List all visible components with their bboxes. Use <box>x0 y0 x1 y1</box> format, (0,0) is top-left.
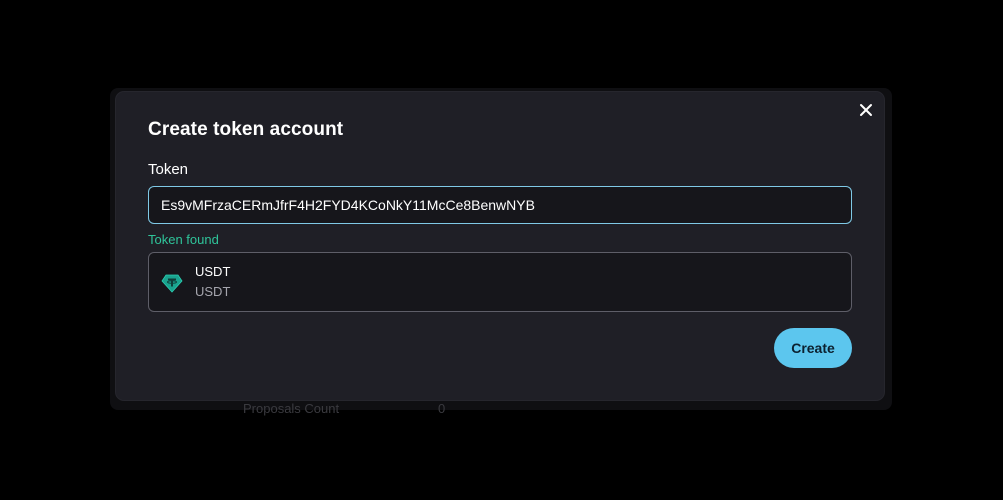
create-token-account-modal: Create token account Token Token found U… <box>116 92 884 400</box>
modal-title: Create token account <box>148 119 344 140</box>
tether-diamond-icon <box>161 274 183 293</box>
close-button[interactable] <box>857 101 875 119</box>
token-found-status: Token found <box>148 232 219 247</box>
close-icon <box>860 104 872 116</box>
token-symbol: USDT <box>195 284 231 299</box>
background-proposals-value: 0 <box>438 401 446 416</box>
token-result-card[interactable]: USDT USDT <box>148 252 852 312</box>
create-button[interactable]: Create <box>774 328 852 368</box>
token-name: USDT <box>195 264 231 279</box>
token-address-input[interactable] <box>148 186 852 224</box>
token-field-label: Token <box>148 161 189 178</box>
background-proposals-label: Proposals Count <box>243 401 340 416</box>
